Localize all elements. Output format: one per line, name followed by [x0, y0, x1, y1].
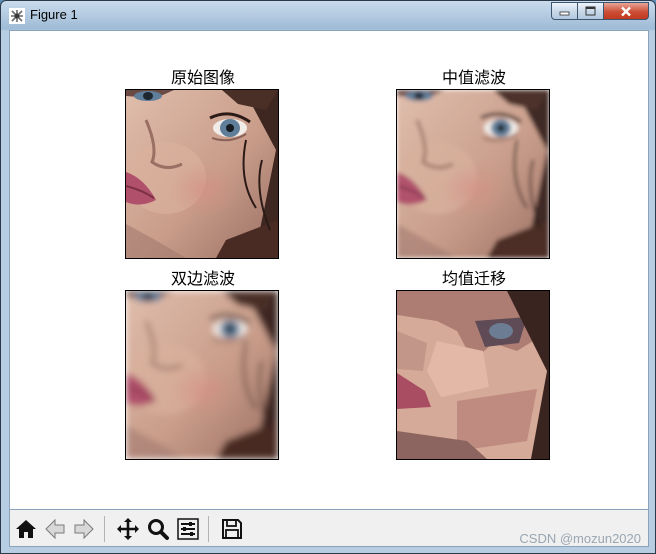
app-icon — [9, 8, 25, 24]
subplot-title: 原始图像 — [170, 68, 235, 87]
zoom-button[interactable] — [144, 515, 172, 543]
maximize-icon — [585, 6, 596, 16]
subplot-title: 中值滤波 — [441, 68, 506, 87]
back-button[interactable] — [41, 515, 69, 543]
portrait-image — [126, 90, 278, 258]
caption-buttons — [551, 2, 649, 20]
close-icon — [621, 6, 631, 16]
forward-icon — [74, 518, 94, 540]
minimize-icon — [559, 11, 570, 16]
close-button[interactable] — [603, 2, 649, 20]
maximize-button[interactable] — [577, 2, 604, 20]
home-icon — [16, 520, 36, 538]
home-button[interactable] — [12, 515, 40, 543]
subplot-title: 双边滤波 — [170, 269, 235, 288]
subplot-title: 均值迁移 — [441, 269, 506, 288]
save-button[interactable] — [218, 515, 246, 543]
portrait-image — [126, 291, 278, 459]
minimize-button[interactable] — [551, 2, 578, 20]
configure-subplots-button[interactable] — [174, 515, 202, 543]
figure-window: Figure 1 原始图像 中值滤波 双边滤波 均值迁移 CSDN @mozun… — [0, 0, 656, 554]
window-title: Figure 1 — [30, 7, 78, 22]
subplot-image-bilateral — [125, 290, 279, 460]
forward-button[interactable] — [70, 515, 98, 543]
pan-button[interactable] — [114, 515, 142, 543]
pan-icon — [117, 518, 139, 540]
save-icon — [222, 519, 242, 539]
configure-subplots-icon — [177, 518, 199, 540]
zoom-icon — [148, 519, 169, 540]
figure-canvas[interactable]: 原始图像 中值滤波 双边滤波 均值迁移 — [9, 30, 649, 510]
subplot-image-original — [125, 89, 279, 259]
title-bar[interactable]: Figure 1 — [1, 1, 655, 29]
toolbar-separator — [208, 516, 209, 542]
subplot-image-median — [396, 89, 550, 259]
subplot-image-mean-shift — [396, 290, 550, 460]
portrait-image — [397, 90, 549, 258]
portrait-image — [397, 291, 549, 459]
csdn-watermark: CSDN @mozun2020 — [519, 531, 641, 546]
toolbar-separator — [104, 516, 105, 542]
back-icon — [45, 518, 65, 540]
